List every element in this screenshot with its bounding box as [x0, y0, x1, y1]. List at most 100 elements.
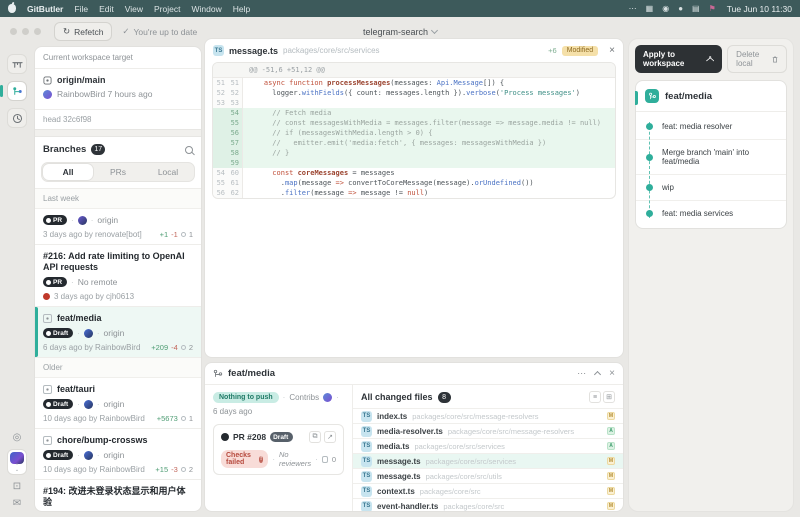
commit-message: Merge branch 'main' into feat/media — [662, 148, 750, 166]
new-line-number: 56 — [228, 128, 243, 138]
branch-stats: +5673 1 — [157, 414, 193, 423]
old-line-number: 55 — [213, 178, 228, 188]
file-name: message.ts — [377, 471, 421, 481]
code-line: 56 62 .filter(message => message != null) — [213, 188, 615, 198]
refetch-button[interactable]: ↻ Refetch — [54, 22, 113, 41]
more-options-button[interactable]: ⋯ — [577, 368, 586, 379]
keyboard-icon[interactable]: ▤ — [692, 4, 700, 13]
changed-file-row[interactable]: TS media-resolver.ts packages/core/src/mes… — [353, 423, 623, 438]
avatar — [323, 393, 333, 402]
menu-item-help[interactable]: Help — [233, 4, 250, 14]
code-text: // emitter.emit('media:fetch', { message… — [272, 139, 547, 147]
remote-label: origin — [103, 328, 125, 338]
menu-items: File Edit View Project Window Help — [74, 4, 250, 14]
changed-files-count-badge: 8 — [437, 391, 451, 403]
changed-file-row[interactable]: TS context.ts packages/core/src M — [353, 483, 623, 498]
workspace-target[interactable]: origin/main RainbowBird 7 hours ago — [35, 69, 201, 103]
menu-item-project[interactable]: Project — [154, 4, 180, 14]
branch-list-item[interactable]: chore/bump-crossws Draft · · origin 10 days a… — [35, 429, 201, 480]
meta-text: 10 days ago by RainbowBird — [43, 465, 145, 474]
file-status-badge: M — [607, 487, 615, 495]
checks-failed-badge[interactable]: Checks failed! — [221, 450, 269, 468]
branch-section-label: Last week — [35, 189, 201, 209]
traffic-minimize-button[interactable] — [22, 28, 29, 35]
record-icon[interactable]: ● — [678, 4, 683, 13]
controller-icon[interactable]: ◉ — [662, 4, 669, 13]
flag-icon[interactable]: ⚑ — [709, 4, 716, 13]
copy-pr-link-button[interactable]: ⧉ — [309, 431, 321, 443]
branch-list-item[interactable]: feat/tauri Draft · · origin 10 days ago by Ra… — [35, 378, 201, 429]
menu-item-file[interactable]: File — [74, 4, 88, 14]
workspace-view-button[interactable] — [7, 54, 27, 74]
branch-item-meta: 3 days ago by renovate[bot] +1 -1 1 — [43, 230, 193, 239]
menu-clock[interactable]: Tue Jun 10 11:30 — [727, 4, 792, 14]
commit-dot-icon — [646, 210, 653, 217]
branches-title: Branches — [43, 144, 87, 155]
project-avatar-button[interactable]: ⌃ ⌄ — [7, 449, 27, 475]
remote-label: origin — [97, 215, 119, 225]
changed-file-row[interactable]: TS index.ts packages/core/src/message-reso… — [353, 408, 623, 423]
branch-list-item[interactable]: feat/media Draft · · origin 6 days ago by Rai… — [35, 307, 201, 358]
branch-name-text: feat/tauri — [57, 384, 96, 394]
tree-view-toggle[interactable]: ⊞ — [603, 391, 615, 403]
commit-row[interactable]: feat: media services — [636, 201, 786, 226]
old-line-number: 56 — [213, 188, 228, 198]
commit-row[interactable]: feat: media resolver — [636, 114, 786, 140]
close-panel-button[interactable]: × — [609, 368, 615, 379]
changed-file-row[interactable]: TS message.ts packages/core/src/services M — [353, 453, 623, 468]
commit-row[interactable]: wip — [636, 175, 786, 201]
comments-count: 0 — [331, 454, 336, 464]
github-icon — [46, 401, 51, 407]
window-icon[interactable]: ▦ — [646, 4, 654, 13]
close-file-button[interactable]: × — [609, 45, 615, 56]
changed-file-row[interactable]: TS media.ts packages/core/src/services A — [353, 438, 623, 453]
files-count: 1 — [188, 414, 193, 423]
open-pr-button[interactable]: ↗ — [324, 431, 336, 443]
more-icon[interactable]: ⋯ — [629, 4, 637, 13]
changed-file-row[interactable]: TS event-handler.ts packages/core/src M — [353, 498, 623, 511]
branch-item-badges: Draft · · origin — [43, 328, 193, 338]
left-icon-rail: ◎ ⌃ ⌄ ⊡ ✉ — [0, 46, 34, 517]
branch-filter-tabs: All PRs Local — [41, 162, 195, 182]
mail-icon[interactable]: ✉ — [13, 498, 21, 509]
branch-list-item[interactable]: #194: 改进未登录状态显示和用户体验PR·No remote14 days … — [35, 480, 201, 511]
tab-prs[interactable]: PRs — [93, 164, 143, 180]
tab-local[interactable]: Local — [143, 164, 193, 180]
traffic-zoom-button[interactable] — [34, 28, 41, 35]
menu-item-view[interactable]: View — [125, 4, 143, 14]
changed-file-row[interactable]: TS message.ts packages/core/src/utils M — [353, 468, 623, 483]
settings-icon[interactable]: ◎ — [13, 432, 22, 443]
list-view-toggle[interactable]: ≡ — [589, 391, 601, 403]
comments-icon — [321, 455, 328, 463]
old-line-number: 51 — [213, 78, 228, 88]
changed-files-title: All changed files — [361, 392, 433, 402]
history-icon — [12, 113, 22, 123]
diff-view[interactable]: @@ -51,6 +51,12 @@ 51 51 async function p… — [212, 62, 616, 199]
search-icon[interactable] — [185, 145, 193, 154]
branches-view-button[interactable] — [0, 81, 27, 101]
menu-item-window[interactable]: Window — [191, 4, 221, 14]
branch-item-badges: Draft · · origin — [43, 450, 193, 460]
stack-branch-header[interactable]: feat/media — [636, 81, 786, 112]
project-switcher[interactable]: telegram-search — [363, 27, 439, 37]
apply-to-workspace-button[interactable]: Apply to workspace — [635, 45, 723, 73]
branch-icon — [43, 314, 52, 323]
share-feedback-icon[interactable]: ⊡ — [13, 481, 21, 492]
branch-stats: +209 -4 2 — [151, 343, 193, 352]
pr-card[interactable]: PR #208 Draft ⧉ ↗ Checks failed! · No re… — [213, 424, 344, 475]
commit-row[interactable]: Merge branch 'main' into feat/media — [636, 140, 786, 175]
branch-list-item[interactable]: PR · · origin 3 days ago by renovate[bot] +1-… — [35, 209, 201, 245]
collapse-panel-button[interactable] — [594, 370, 602, 379]
traffic-close-button[interactable] — [10, 28, 17, 35]
branch-list-item[interactable]: #216: Add rate limiting to OpenAI API re… — [35, 245, 201, 307]
menu-item-edit[interactable]: Edit — [99, 4, 114, 14]
code-text: // if (messagesWithMedia.length > 0) { — [272, 129, 433, 137]
delete-local-button[interactable]: Delete local — [727, 45, 787, 73]
tab-all[interactable]: All — [43, 164, 93, 180]
apple-icon[interactable] — [8, 4, 16, 13]
remote-label: origin — [103, 450, 125, 460]
project-avatar-chevrons-icon: ⌃ ⌄ — [14, 463, 20, 473]
menu-app-name[interactable]: GitButler — [27, 4, 63, 14]
home-icon — [43, 75, 52, 85]
history-view-button[interactable] — [7, 108, 27, 128]
